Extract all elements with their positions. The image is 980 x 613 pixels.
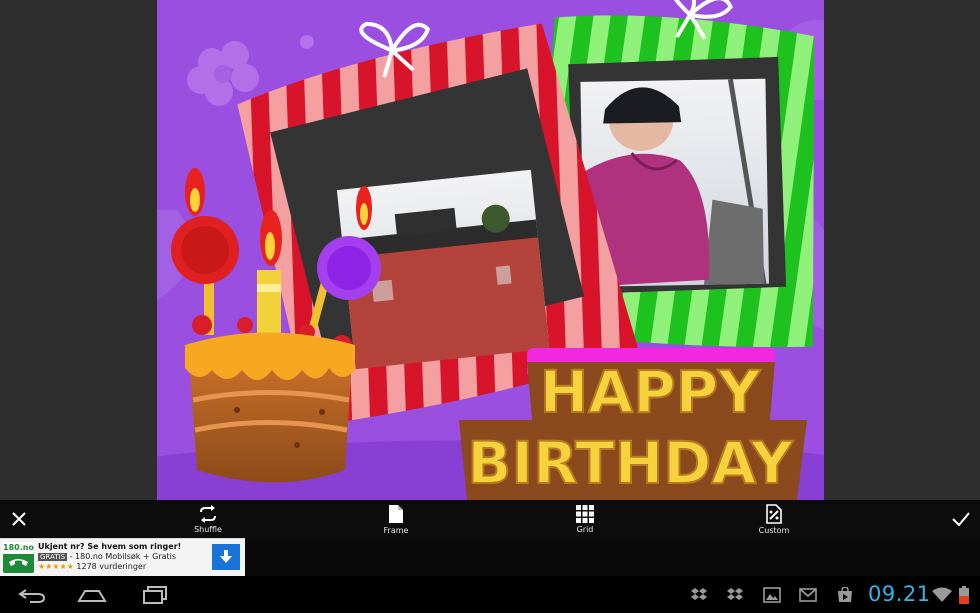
ad-banner[interactable]: 180.no Ukjent nr? Se hvem som ringer! GR…: [0, 538, 245, 577]
ad-rating-stars: ★★★★★: [38, 562, 74, 571]
custom-icon: [766, 503, 782, 524]
photo-canvas: HAPPY BIRTHDAY: [0, 0, 980, 500]
ad-logo: 180.no: [3, 542, 34, 573]
status-clock: 09.21: [868, 582, 931, 606]
ad-logo-text: 180.no: [3, 542, 34, 554]
grid-label: Grid: [576, 524, 594, 534]
ad-review-count: 1278 vurderinger: [76, 562, 147, 571]
grid-button[interactable]: Grid: [563, 500, 607, 538]
frame-icon: [389, 504, 403, 523]
home-button[interactable]: [72, 576, 112, 613]
back-button[interactable]: [12, 576, 52, 613]
play-store-icon: [836, 586, 854, 604]
ad-area-background: [245, 538, 980, 576]
done-button[interactable]: [942, 500, 980, 538]
close-button[interactable]: [0, 500, 38, 538]
dropbox-icon-2: [726, 586, 744, 604]
ad-title: Ukjent nr? Se hvem som ringer!: [38, 542, 182, 551]
phone-icon: [9, 559, 28, 566]
shuffle-label: Shuffle: [194, 524, 222, 534]
wifi-icon: [932, 586, 952, 604]
ad-text-block: Ukjent nr? Se hvem som ringer! GRATIS - …: [38, 542, 208, 572]
collage-artwork: HAPPY BIRTHDAY: [157, 0, 824, 500]
birthday-collage-card[interactable]: HAPPY BIRTHDAY: [157, 0, 824, 500]
grid-icon: [576, 504, 594, 523]
editor-toolbar: Shuffle Frame Grid Custom: [0, 500, 980, 538]
recent-apps-icon: [143, 585, 167, 604]
download-arrow-icon: [220, 550, 232, 563]
shuffle-icon: [200, 504, 216, 523]
gallery-icon: [763, 586, 781, 604]
gmail-icon: [799, 586, 817, 604]
ad-subtitle: - 180.no Mobilsøk + Gratis: [69, 552, 177, 561]
dropbox-icon: [690, 586, 708, 604]
checkmark-icon: [952, 512, 970, 527]
battery-icon: [958, 586, 970, 604]
back-arrow-icon: [18, 588, 46, 603]
frame-button[interactable]: Frame: [374, 500, 418, 538]
close-icon: [12, 512, 26, 526]
banner-line-birthday: BIRTHDAY: [467, 429, 793, 497]
recent-apps-button[interactable]: [135, 576, 175, 613]
banner-line-happy: HAPPY: [540, 358, 761, 426]
flower-decoration: [187, 41, 259, 106]
shuffle-button[interactable]: Shuffle: [186, 500, 230, 538]
system-navigation-bar: [0, 576, 980, 613]
custom-button[interactable]: Custom: [752, 500, 796, 538]
home-icon: [77, 589, 107, 602]
custom-label: Custom: [758, 525, 790, 535]
frame-label: Frame: [383, 525, 409, 535]
ad-badge: GRATIS: [38, 553, 68, 561]
ad-download-button[interactable]: [212, 544, 240, 570]
